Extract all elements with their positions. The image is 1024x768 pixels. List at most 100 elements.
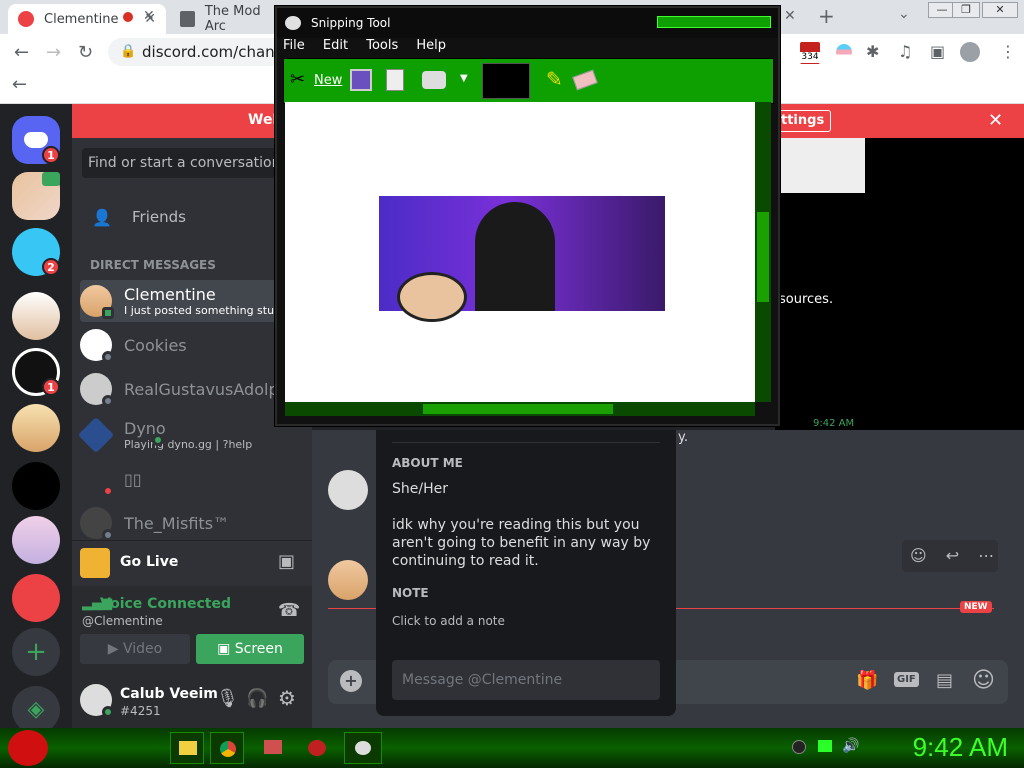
add-server-icon[interactable]: +: [12, 628, 60, 676]
message-actions: ☺ ↩ ⋯: [902, 540, 998, 572]
window-controls[interactable]: [657, 16, 771, 28]
puzzle-extensions-icon[interactable]: ✱: [866, 42, 879, 61]
flag-extension-icon[interactable]: [836, 44, 852, 60]
gift-icon[interactable]: 🎁: [856, 670, 878, 691]
server-icon-trollface[interactable]: [12, 462, 60, 510]
attach-plus-icon[interactable]: +: [340, 670, 362, 692]
server-sidebar: 1 2 1 + ◈: [0, 104, 72, 734]
close-tab-icon[interactable]: ✕: [143, 8, 155, 24]
dm-item-realgustavus[interactable]: RealGustavusAdolph: [80, 368, 305, 410]
voice-connected-label[interactable]: Voice Connected: [100, 596, 231, 612]
back-arrow-icon[interactable]: ←: [14, 42, 29, 63]
app-icon[interactable]: [256, 732, 290, 764]
tab-search-chevron-icon[interactable]: ⌄: [898, 6, 910, 22]
server-icon-anime-girl[interactable]: [12, 516, 60, 564]
side-panel-icon[interactable]: ▣: [930, 42, 945, 61]
more-icon[interactable]: ⋯: [978, 546, 994, 565]
avatar: [80, 373, 114, 407]
disconnect-icon[interactable]: ☎: [278, 600, 300, 621]
close-window-button[interactable]: ✕: [982, 2, 1018, 18]
avatar: [328, 470, 368, 510]
pen-tool-icon[interactable]: [482, 63, 530, 99]
dm-item-misfits[interactable]: The_Misfits™: [80, 502, 305, 544]
username: Calub Veeim: [120, 686, 218, 702]
sticker-icon[interactable]: ▤: [936, 670, 953, 691]
avatar: [80, 285, 114, 319]
send-dropdown-icon[interactable]: ▼: [460, 73, 468, 84]
explore-compass-icon[interactable]: ◈: [12, 686, 60, 734]
reload-icon[interactable]: ↻: [78, 42, 93, 63]
snip-canvas[interactable]: [285, 102, 755, 402]
taskbar: 🔊 9:42 AM: [0, 728, 1024, 768]
start-button-angry-bird-icon[interactable]: [8, 730, 48, 766]
new-tab-button[interactable]: +: [818, 4, 835, 28]
avatar: [328, 560, 368, 600]
menu-edit[interactable]: Edit: [323, 38, 348, 53]
screen-button[interactable]: ▣ Screen: [196, 634, 304, 664]
lock-icon: 🔒: [120, 44, 137, 59]
captured-image: [379, 196, 665, 322]
menu-file[interactable]: File: [283, 38, 305, 53]
save-icon[interactable]: [350, 69, 372, 91]
pronouns: She/Her: [392, 481, 448, 497]
tray-chevron-icon[interactable]: [792, 740, 806, 754]
video-button[interactable]: ▶ Video: [80, 634, 190, 664]
maximize-button[interactable]: ❐: [952, 2, 980, 18]
highlighter-icon[interactable]: ✎: [546, 67, 563, 91]
dm-item-unknown[interactable]: ▯▯: [80, 458, 305, 500]
tab-title: Clementine: [44, 11, 119, 27]
new-snip-icon[interactable]: ✂: [290, 69, 305, 90]
profile-message-input[interactable]: Message @Clementine: [392, 660, 660, 700]
note-input[interactable]: Click to add a note: [392, 612, 505, 630]
vertical-scrollbar[interactable]: [755, 102, 771, 402]
back-icon[interactable]: ←: [12, 74, 27, 95]
dm-item-cookies[interactable]: Cookies: [80, 324, 305, 366]
send-snip-icon[interactable]: [422, 71, 446, 89]
server-icon-character[interactable]: [12, 292, 60, 340]
avatar: [80, 507, 114, 541]
reply-icon[interactable]: ↩: [946, 546, 959, 565]
friends-nav[interactable]: Friends: [132, 208, 186, 226]
menu-help[interactable]: Help: [416, 38, 446, 53]
extension-calendar-icon[interactable]: 334: [800, 42, 820, 64]
dm-item-clementine[interactable]: Clementine I just posted something stup: [80, 280, 305, 322]
snipping-tool-task-icon[interactable]: [344, 732, 382, 764]
close-tab-icon[interactable]: ✕: [784, 8, 796, 24]
about-me-text: idk why you're reading this but you aren…: [392, 517, 651, 569]
headphones-icon[interactable]: 🎧: [246, 688, 268, 709]
add-reaction-icon[interactable]: ☺: [910, 546, 927, 565]
taskbar-clock[interactable]: 9:42 AM: [913, 732, 1008, 763]
new-snip-button[interactable]: New: [314, 73, 342, 88]
chrome-icon[interactable]: [210, 732, 244, 764]
close-banner-icon[interactable]: ✕: [988, 110, 1003, 131]
menu-tools[interactable]: Tools: [366, 38, 398, 53]
emoji-icon[interactable]: ☺: [972, 668, 995, 693]
discord-favicon-icon: [18, 11, 34, 27]
tab-title: The Mod Arc: [204, 4, 261, 34]
settings-gear-icon[interactable]: ⚙: [278, 686, 296, 710]
find-conversation-input[interactable]: Find or start a conversation: [82, 148, 302, 178]
profile-avatar-icon[interactable]: [960, 42, 980, 62]
angry-bird-icon[interactable]: [300, 732, 334, 764]
media-control-icon[interactable]: ♫: [898, 42, 912, 61]
banner-settings-button[interactable]: ttings: [774, 110, 832, 132]
copy-icon[interactable]: [386, 69, 404, 91]
horizontal-scrollbar[interactable]: [285, 402, 755, 416]
snipping-tool-window: Snipping Tool File Edit Tools Help ✂ New…: [275, 6, 780, 426]
more-menu-icon[interactable]: ⋮: [1000, 42, 1016, 61]
dm-item-dyno[interactable]: Dyno Playing dyno.gg | ?help: [77, 414, 305, 456]
avatar[interactable]: [80, 684, 114, 718]
file-explorer-icon[interactable]: [170, 732, 204, 764]
go-live-button[interactable]: ▣: [278, 551, 295, 572]
eraser-icon[interactable]: [572, 69, 598, 91]
microphone-icon[interactable]: 🎙: [216, 688, 239, 709]
profile-popout: ABOUT ME She/Her idk why you're reading …: [376, 430, 676, 716]
forward-arrow-icon[interactable]: →: [46, 42, 61, 63]
volume-icon[interactable]: 🔊: [842, 738, 859, 754]
network-icon[interactable]: [818, 740, 832, 752]
recording-icon: [120, 9, 136, 25]
tab-mod-arc[interactable]: The Mod Arc: [170, 4, 280, 34]
server-icon-red[interactable]: [12, 574, 60, 622]
gif-icon[interactable]: GIF: [894, 672, 919, 687]
server-icon-pirate[interactable]: [12, 404, 60, 452]
